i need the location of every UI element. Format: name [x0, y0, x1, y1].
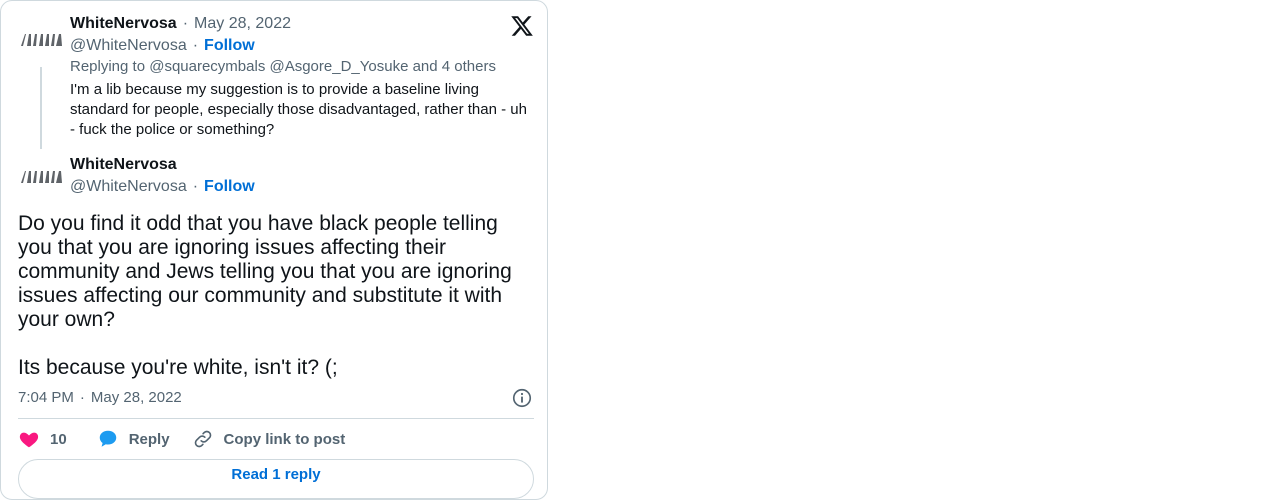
tweet-timestamp[interactable]: 7:04 PM · May 28, 2022 — [18, 388, 182, 408]
divider — [18, 418, 534, 419]
like-button[interactable]: 10 — [18, 428, 67, 450]
separator-dot: · — [182, 15, 189, 32]
separator-dot: · — [79, 389, 85, 406]
copy-link-button[interactable]: Copy link to post — [192, 428, 346, 450]
avatar[interactable] — [19, 28, 63, 50]
separator-dot: · — [192, 178, 199, 195]
action-bar: 10 Reply Copy link to post — [18, 427, 345, 451]
speech-bubble-icon — [99, 430, 116, 447]
display-name[interactable]: WhiteNervosa — [70, 15, 177, 32]
like-count: 10 — [50, 430, 67, 448]
reply-label: Reply — [128, 430, 170, 448]
info-icon[interactable] — [511, 387, 533, 409]
tweet-date[interactable]: May 28, 2022 — [194, 15, 291, 32]
tweet-time[interactable]: 7:04 PM — [18, 389, 74, 406]
copy-link-label: Copy link to post — [223, 430, 346, 448]
parent-tweet-header: WhiteNervosa · May 28, 2022 — [70, 14, 291, 34]
link-icon — [194, 430, 211, 448]
main-handle-row: @WhiteNervosa · Follow — [70, 177, 255, 197]
separator-dot: · — [192, 37, 199, 54]
display-name[interactable]: WhiteNervosa — [70, 156, 177, 173]
tweet-date[interactable]: May 28, 2022 — [91, 389, 182, 406]
user-handle[interactable]: @WhiteNervosa — [70, 178, 187, 195]
follow-button[interactable]: Follow — [204, 37, 255, 54]
main-tweet-text: Do you find it odd that you have black p… — [18, 212, 512, 379]
parent-tweet-text: I'm a lib because my suggestion is to pr… — [70, 81, 527, 138]
reply-button[interactable]: Reply — [97, 428, 170, 450]
avatar[interactable] — [19, 165, 63, 187]
read-replies-button[interactable]: Read 1 reply — [18, 459, 534, 499]
parent-handle-row: @WhiteNervosa · Follow — [70, 36, 255, 56]
x-logo-icon[interactable] — [510, 14, 534, 38]
thread-connector-line — [40, 67, 42, 149]
follow-button[interactable]: Follow — [204, 178, 255, 195]
heart-icon — [19, 432, 39, 448]
replying-to-text: Replying to @squarecymbals @Asgore_D_Yos… — [70, 58, 496, 75]
user-handle[interactable]: @WhiteNervosa — [70, 37, 187, 54]
embedded-tweet-card: WhiteNervosa · May 28, 2022 @WhiteNervosa ·… — [0, 0, 548, 500]
main-tweet-header: WhiteNervosa — [70, 155, 177, 175]
